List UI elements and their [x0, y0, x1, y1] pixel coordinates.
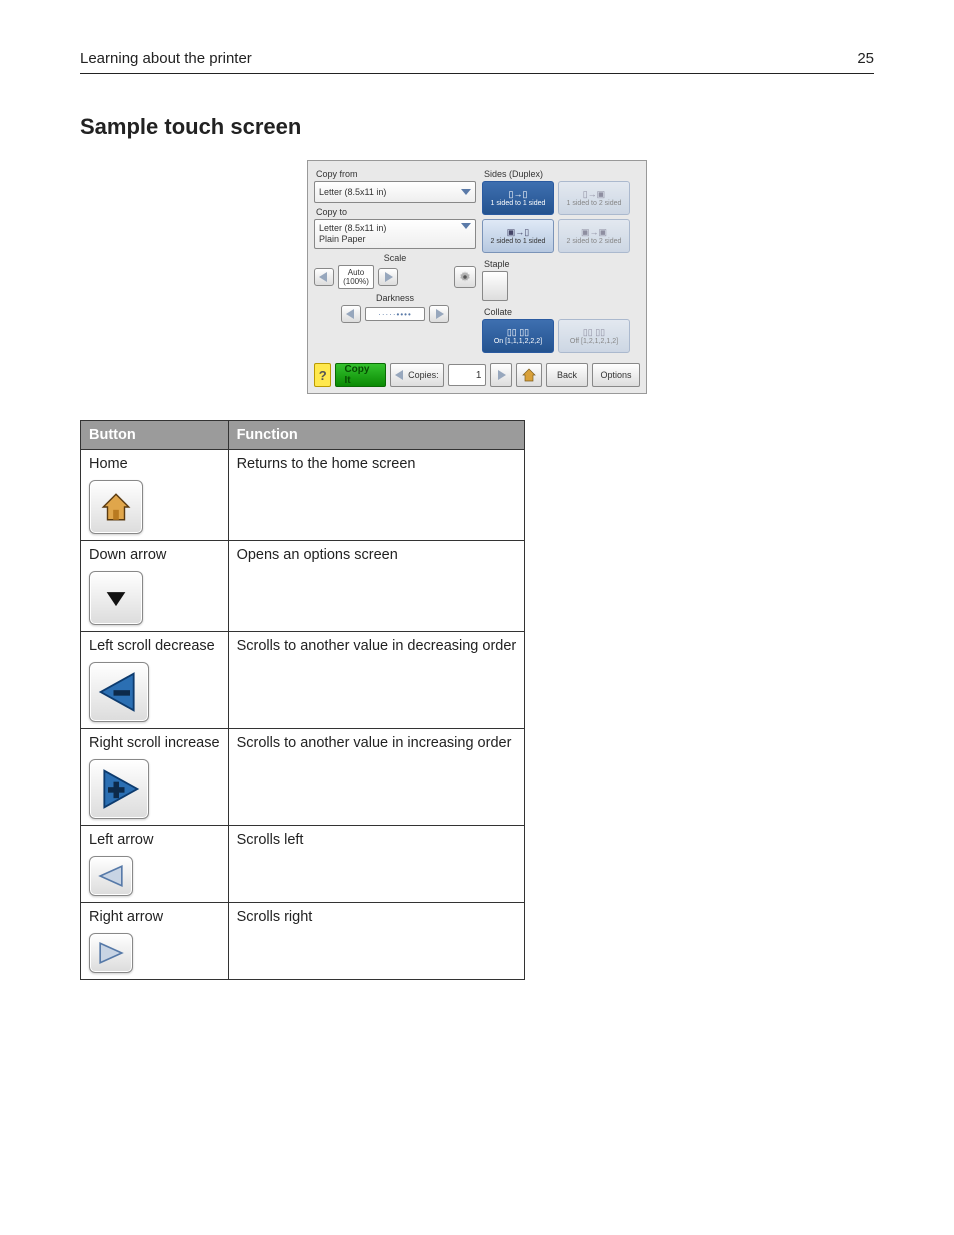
section-title: Sample touch screen	[80, 114, 874, 140]
touchscreen-bottom-bar: ? Copy It Copies: 1 Back Options	[314, 359, 640, 393]
duplex-icon: ▯→▯	[509, 190, 528, 199]
button-name: Down arrow	[89, 547, 220, 563]
chevron-down-icon	[461, 189, 471, 195]
sides-label: Sides (Duplex)	[484, 169, 640, 179]
staple-button[interactable]	[482, 271, 508, 301]
left-scroll-decrease-icon	[89, 662, 149, 722]
copy-it-button[interactable]: Copy It	[335, 363, 386, 387]
scale-decrease-button[interactable]	[314, 268, 334, 286]
button-name: Home	[89, 456, 220, 472]
down-arrow-icon	[89, 571, 143, 625]
duplex-icon: ▣→▯	[507, 228, 529, 237]
sample-touch-screen: Copy from Letter (8.5x11 in) Copy to Let…	[307, 160, 647, 394]
page-header-left: Learning about the printer	[80, 50, 252, 67]
sides-option-2to2[interactable]: ▣→▣ 2 sided to 2 sided	[558, 219, 630, 253]
home-button[interactable]	[516, 363, 542, 387]
collate-icon: ▯▯ ▯▯	[583, 328, 605, 337]
scale-increase-button[interactable]	[378, 268, 398, 286]
sides-option-1to1[interactable]: ▯→▯ 1 sided to 1 sided	[482, 181, 554, 215]
button-function: Returns to the home screen	[228, 450, 525, 541]
collate-option-off[interactable]: ▯▯ ▯▯ Off [1,2,1,2,1,2]	[558, 319, 630, 353]
sides-option-1to2[interactable]: ▯→▣ 1 sided to 2 sided	[558, 181, 630, 215]
sides-option-2to1[interactable]: ▣→▯ 2 sided to 1 sided	[482, 219, 554, 253]
staple-label: Staple	[484, 259, 640, 269]
scale-label: Scale	[314, 253, 476, 263]
scale-settings-button[interactable]	[454, 266, 476, 288]
copy-to-value: Letter (8.5x11 in) Plain Paper	[319, 223, 386, 245]
button-function: Scrolls to another value in increasing o…	[228, 729, 525, 826]
button-function-table: Button Function Home Returns to the home…	[80, 420, 525, 980]
copies-increase-button[interactable]	[490, 363, 512, 387]
button-name: Left scroll decrease	[89, 638, 220, 654]
left-arrow-icon[interactable]	[395, 370, 405, 380]
page-number: 25	[857, 50, 874, 67]
duplex-icon: ▯→▣	[583, 190, 605, 199]
darkness-increase-button[interactable]	[429, 305, 449, 323]
table-row: Left scroll decrease Scrolls to another …	[81, 632, 525, 729]
collate-options: ▯▯ ▯▯ On [1,1,1,2,2,2] ▯▯ ▯▯ Off [1,2,1,…	[482, 319, 640, 353]
copy-from-value: Letter (8.5x11 in)	[319, 187, 386, 198]
copies-label: Copies:	[408, 370, 439, 380]
copy-from-dropdown[interactable]: Letter (8.5x11 in)	[314, 181, 476, 203]
chevron-down-icon	[461, 223, 471, 229]
button-name: Left arrow	[89, 832, 220, 848]
collate-label: Collate	[484, 307, 640, 317]
table-row: Down arrow Opens an options screen	[81, 541, 525, 632]
home-icon	[89, 480, 143, 534]
table-row: Home Returns to the home screen	[81, 450, 525, 541]
copy-to-label: Copy to	[316, 207, 476, 217]
page-header: Learning about the printer 25	[80, 50, 874, 74]
help-button[interactable]: ?	[314, 363, 331, 387]
button-function: Scrolls right	[228, 903, 525, 980]
sides-options: ▯→▯ 1 sided to 1 sided ▯→▣ 1 sided to 2 …	[482, 181, 640, 253]
table-row: Right scroll increase Scrolls to another…	[81, 729, 525, 826]
col-header-button: Button	[81, 421, 229, 450]
scale-value: Auto (100%)	[338, 265, 374, 289]
table-row: Right arrow Scrolls right	[81, 903, 525, 980]
copies-control: Copies:	[390, 363, 444, 387]
right-scroll-increase-icon	[89, 759, 149, 819]
button-name: Right arrow	[89, 909, 220, 925]
darkness-label: Darkness	[314, 293, 476, 303]
col-header-function: Function	[228, 421, 525, 450]
darkness-decrease-button[interactable]	[341, 305, 361, 323]
right-arrow-icon	[89, 933, 133, 973]
table-row: Left arrow Scrolls left	[81, 826, 525, 903]
duplex-icon: ▣→▣	[581, 228, 607, 237]
darkness-slider[interactable]: ·····••••	[365, 307, 425, 321]
button-function: Scrolls to another value in decreasing o…	[228, 632, 525, 729]
button-function: Scrolls left	[228, 826, 525, 903]
copies-value[interactable]: 1	[448, 364, 487, 386]
back-button[interactable]: Back	[546, 363, 588, 387]
button-name: Right scroll increase	[89, 735, 220, 751]
collate-option-on[interactable]: ▯▯ ▯▯ On [1,1,1,2,2,2]	[482, 319, 554, 353]
copy-to-dropdown[interactable]: Letter (8.5x11 in) Plain Paper	[314, 219, 476, 249]
copy-from-label: Copy from	[316, 169, 476, 179]
options-button[interactable]: Options	[592, 363, 640, 387]
left-arrow-icon	[89, 856, 133, 896]
collate-icon: ▯▯ ▯▯	[507, 328, 529, 337]
button-function: Opens an options screen	[228, 541, 525, 632]
